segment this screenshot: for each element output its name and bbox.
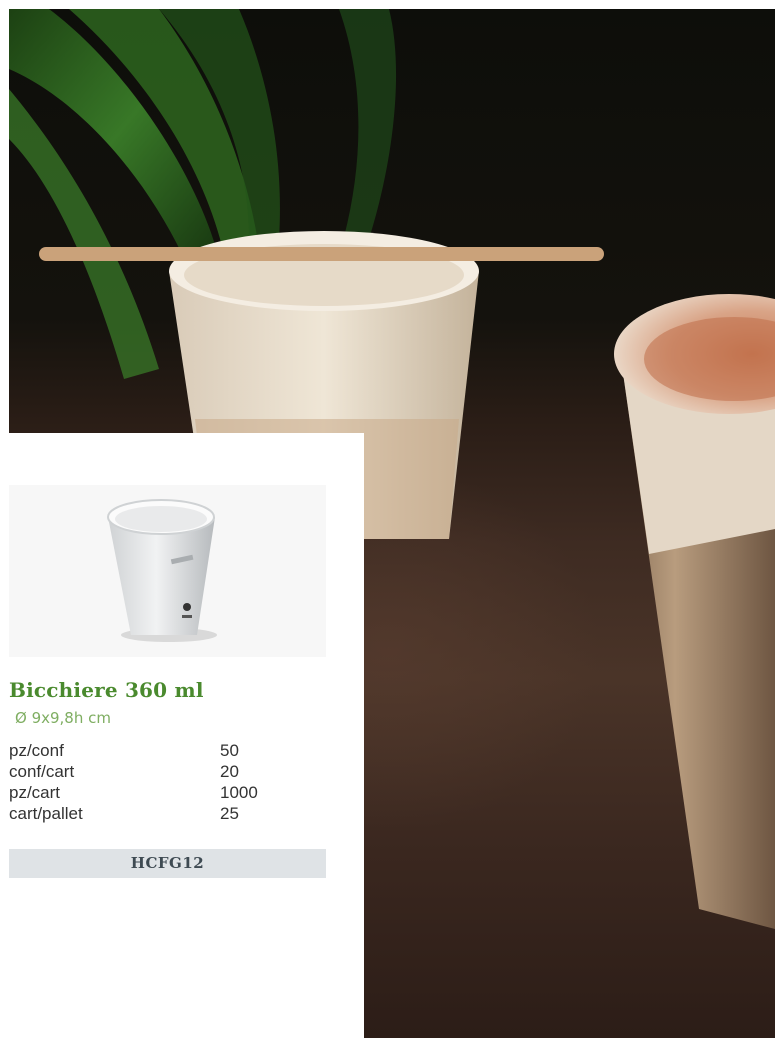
product-title: Bicchiere 360 ml <box>9 678 204 702</box>
spec-value: 20 <box>220 762 239 781</box>
spec-value: 50 <box>220 741 239 760</box>
specs-table: pz/conf 50 conf/cart 20 pz/cart 1000 car… <box>9 740 326 824</box>
spec-label: pz/conf <box>9 741 64 760</box>
product-image <box>9 485 326 657</box>
spec-label: pz/cart <box>9 783 61 802</box>
table-row: conf/cart 20 <box>9 761 326 782</box>
spec-value: 25 <box>220 804 239 823</box>
spec-value: 1000 <box>220 783 258 802</box>
table-row: pz/conf 50 <box>9 740 326 761</box>
spec-label: conf/cart <box>9 762 75 781</box>
table-row: cart/pallet 25 <box>9 803 326 824</box>
table-row: pz/cart 1000 <box>9 782 326 803</box>
product-code: HCFG12 <box>9 849 326 878</box>
product-card: Bicchiere 360 ml Ø 9x9,8h cm pz/conf 50 … <box>9 433 364 1038</box>
spec-label: cart/pallet <box>9 804 83 823</box>
product-dimensions: Ø 9x9,8h cm <box>15 709 111 727</box>
